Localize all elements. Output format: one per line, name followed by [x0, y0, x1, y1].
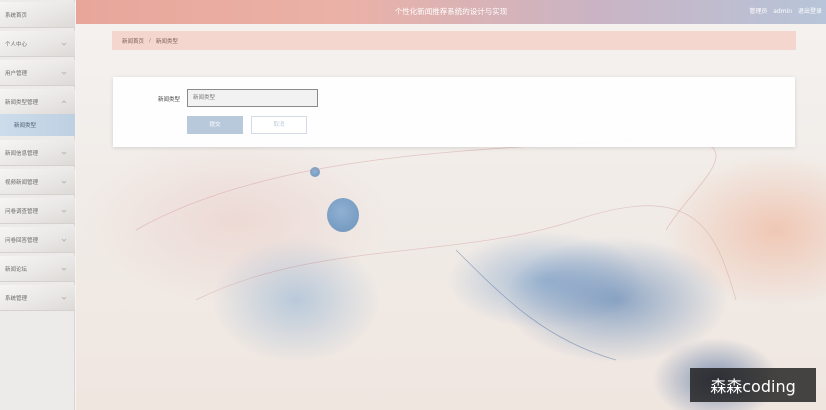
- chevron-up-icon: [61, 99, 67, 103]
- sidebar-item-label: 系统首页: [5, 12, 28, 19]
- sidebar-item-survey-answer-management[interactable]: 问卷回答管理: [0, 227, 75, 253]
- sidebar-item-label: 个人中心: [5, 41, 28, 48]
- news-type-form: 新闻类型 提交 取消: [113, 77, 795, 147]
- username: admin: [773, 8, 793, 15]
- chevron-down-icon: [61, 238, 67, 242]
- watermark: 森森coding: [690, 368, 816, 402]
- news-type-input[interactable]: [187, 89, 318, 107]
- chevron-down-icon: [61, 180, 67, 184]
- app-title: 个性化新闻推荐系统的设计与实现: [394, 7, 508, 16]
- sidebar-item-news-forum[interactable]: 新闻论坛: [0, 256, 75, 282]
- breadcrumb-separator: /: [149, 37, 151, 44]
- chevron-down-icon: [61, 209, 67, 213]
- main-content: 个性化新闻推荐系统的设计与实现 管理员 admin 退出登录 新闻首页 / 新闻…: [76, 0, 826, 410]
- sidebar-item-survey-management[interactable]: 问卷调查管理: [0, 198, 75, 224]
- sidebar-item-label: 视频新闻管理: [5, 179, 39, 186]
- sidebar-item-label: 用户管理: [5, 70, 28, 77]
- chevron-down-icon: [61, 151, 67, 155]
- sidebar-item-system-management[interactable]: 系统管理: [0, 285, 75, 311]
- sidebar-item-label: 问卷调查管理: [5, 208, 39, 215]
- sidebar-item-home[interactable]: 系统首页: [0, 2, 75, 28]
- breadcrumb-home[interactable]: 新闻首页: [122, 37, 144, 45]
- sidebar-subitem-label: 新闻类型: [14, 123, 37, 129]
- sidebar-item-news-type-management[interactable]: 新闻类型管理: [0, 89, 75, 115]
- sidebar-item-label: 新闻论坛: [5, 266, 28, 273]
- top-bar: 个性化新闻推荐系统的设计与实现 管理员 admin 退出登录: [76, 0, 826, 24]
- sidebar-item-label: 系统管理: [5, 295, 28, 302]
- chevron-down-icon: [61, 296, 67, 300]
- sidebar: 系统首页 个人中心 用户管理 新闻类型管理 新闻类型 新闻信息管理 视频新闻管理…: [0, 0, 75, 410]
- breadcrumb-current: 新闻类型: [155, 38, 178, 45]
- user-area: 管理员 admin 退出登录: [745, 0, 822, 24]
- cancel-button[interactable]: 取消: [251, 116, 307, 134]
- news-type-label: 新闻类型: [158, 97, 181, 103]
- sidebar-item-label: 新闻类型管理: [5, 99, 39, 106]
- sidebar-item-label: 新闻信息管理: [5, 150, 39, 157]
- chevron-down-icon: [61, 42, 67, 46]
- submit-button[interactable]: 提交: [187, 116, 243, 134]
- user-role: 管理员: [749, 8, 768, 15]
- sidebar-subitem-news-type[interactable]: 新闻类型: [0, 114, 75, 136]
- chevron-down-icon: [61, 71, 67, 75]
- breadcrumb: 新闻首页 / 新闻类型: [112, 31, 796, 50]
- logout-link[interactable]: 退出登录: [798, 8, 822, 15]
- chevron-down-icon: [61, 267, 67, 271]
- sidebar-item-video-news-management[interactable]: 视频新闻管理: [0, 169, 75, 195]
- decorative-ink-lines: [135, 138, 737, 361]
- sidebar-item-user-management[interactable]: 用户管理: [0, 60, 75, 86]
- sidebar-item-label: 问卷回答管理: [5, 237, 39, 244]
- sidebar-item-personal-center[interactable]: 个人中心: [0, 31, 75, 57]
- sidebar-item-news-info-management[interactable]: 新闻信息管理: [0, 140, 75, 166]
